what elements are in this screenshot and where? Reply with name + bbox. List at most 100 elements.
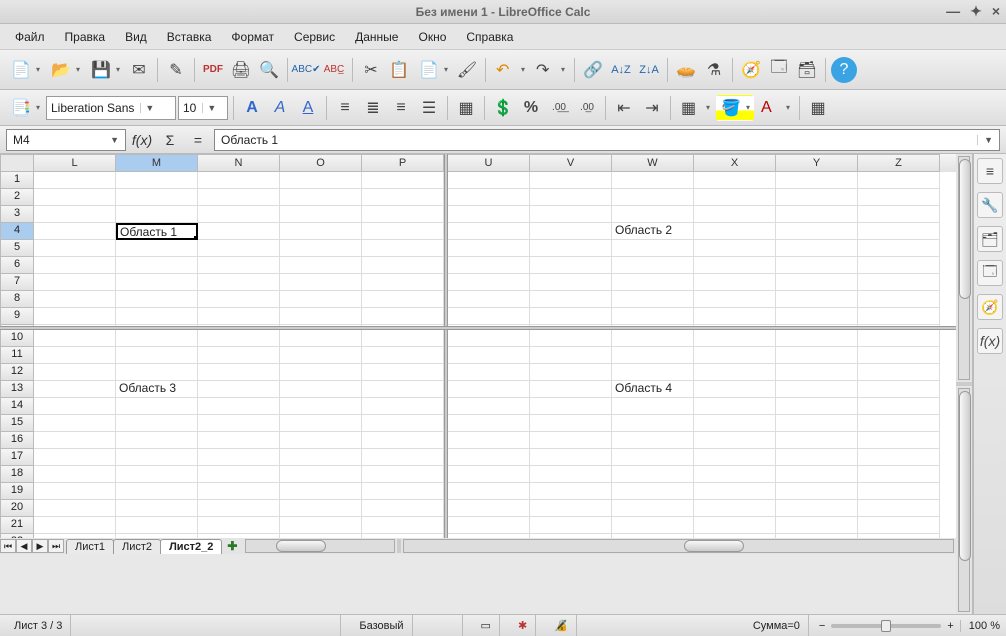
row-header[interactable]: 20 xyxy=(0,500,34,517)
menu-window[interactable]: Окно xyxy=(409,27,455,47)
save-button[interactable]: 💾 xyxy=(86,57,124,83)
cell[interactable] xyxy=(448,223,530,240)
cell[interactable] xyxy=(530,483,612,500)
cell[interactable] xyxy=(34,483,116,500)
cell[interactable] xyxy=(530,274,612,291)
cell[interactable] xyxy=(280,308,362,325)
cell[interactable] xyxy=(612,257,694,274)
cell[interactable] xyxy=(116,274,198,291)
row-header[interactable]: 11 xyxy=(0,347,34,364)
cell[interactable] xyxy=(612,500,694,517)
remove-decimal-button[interactable]: .0̲0 xyxy=(574,95,600,121)
menu-file[interactable]: Файл xyxy=(6,27,54,47)
pane-bottom-left[interactable]: 10111213141516171819202122Область 3 xyxy=(0,330,444,538)
cell[interactable] xyxy=(34,500,116,517)
col-header[interactable]: W xyxy=(612,154,694,172)
cell[interactable] xyxy=(116,449,198,466)
menu-format[interactable]: Формат xyxy=(222,27,283,47)
sidebar-menu-icon[interactable]: ≡ xyxy=(977,158,1003,184)
cell[interactable] xyxy=(448,330,530,347)
grid-lines-button[interactable]: ▦ xyxy=(805,95,831,121)
cell[interactable] xyxy=(858,347,940,364)
row-header[interactable]: 21 xyxy=(0,517,34,534)
cell[interactable] xyxy=(362,257,444,274)
maximize-icon[interactable]: ✦ xyxy=(970,2,982,20)
tab-nav-first[interactable]: ⏮ xyxy=(0,539,16,553)
gallery-button[interactable]: 🗔 xyxy=(766,57,792,83)
cell[interactable] xyxy=(280,500,362,517)
cell[interactable] xyxy=(280,364,362,381)
row-header[interactable]: 5 xyxy=(0,240,34,257)
cell[interactable] xyxy=(362,483,444,500)
cell[interactable] xyxy=(280,449,362,466)
cell[interactable] xyxy=(198,381,280,398)
cell[interactable] xyxy=(776,364,858,381)
cell[interactable] xyxy=(448,449,530,466)
cell[interactable] xyxy=(530,517,612,534)
cell[interactable] xyxy=(612,291,694,308)
row-header[interactable]: 2 xyxy=(0,189,34,206)
decrease-indent-button[interactable]: ⇤ xyxy=(611,95,637,121)
cell[interactable] xyxy=(198,364,280,381)
cell[interactable] xyxy=(530,466,612,483)
cell[interactable] xyxy=(612,347,694,364)
cell[interactable] xyxy=(858,415,940,432)
zoom-slider[interactable] xyxy=(831,624,941,628)
cell[interactable] xyxy=(198,223,280,240)
fontcolor-button[interactable]: A xyxy=(756,95,794,121)
cell[interactable] xyxy=(858,517,940,534)
menu-edit[interactable]: Правка xyxy=(56,27,115,47)
copy-button[interactable]: 📋 xyxy=(386,57,412,83)
cell[interactable] xyxy=(694,415,776,432)
add-sheet-button[interactable]: ✚ xyxy=(221,539,243,553)
cell[interactable] xyxy=(858,330,940,347)
print-preview-button[interactable]: 🔍 xyxy=(256,57,282,83)
cell[interactable] xyxy=(34,432,116,449)
cell[interactable] xyxy=(280,466,362,483)
cell[interactable] xyxy=(530,240,612,257)
tab-nav-last[interactable]: ⏭ xyxy=(48,539,64,553)
sheet-tab[interactable]: Лист2 xyxy=(113,539,161,554)
cell[interactable] xyxy=(362,347,444,364)
cell[interactable] xyxy=(858,381,940,398)
cell[interactable] xyxy=(776,432,858,449)
cell[interactable] xyxy=(776,449,858,466)
align-justify-button[interactable]: ☰ xyxy=(416,95,442,121)
col-header[interactable]: M xyxy=(116,154,198,172)
hscroll-thumb[interactable] xyxy=(276,540,326,552)
bold-button[interactable]: A xyxy=(239,95,265,121)
pane-bottom-right[interactable]: Область 4 xyxy=(448,330,956,538)
row-header[interactable]: 18 xyxy=(0,466,34,483)
autospell-button[interactable]: ABC̲ xyxy=(321,57,347,83)
cell[interactable] xyxy=(858,325,940,326)
percent-button[interactable]: % xyxy=(518,95,544,121)
borders-button[interactable]: ▦ xyxy=(676,95,714,121)
row-header[interactable]: 14 xyxy=(0,398,34,415)
col-header[interactable]: L xyxy=(34,154,116,172)
cell[interactable] xyxy=(858,189,940,206)
cell[interactable] xyxy=(448,432,530,449)
cell[interactable] xyxy=(776,517,858,534)
cell[interactable] xyxy=(694,534,776,538)
row-header[interactable]: 1 xyxy=(0,172,34,189)
cell[interactable] xyxy=(858,206,940,223)
cell[interactable] xyxy=(280,483,362,500)
cell[interactable] xyxy=(694,189,776,206)
row-header[interactable]: 8 xyxy=(0,291,34,308)
status-sum[interactable]: Сумма=0 xyxy=(745,615,809,636)
cell[interactable] xyxy=(612,398,694,415)
cell[interactable] xyxy=(858,172,940,189)
cell[interactable] xyxy=(530,432,612,449)
print-button[interactable]: 🖨 xyxy=(228,57,254,83)
sheet-tab[interactable]: Лист1 xyxy=(66,539,114,554)
increase-indent-button[interactable]: ⇥ xyxy=(639,95,665,121)
zoom-value[interactable]: 100 % xyxy=(960,620,1000,632)
cell[interactable] xyxy=(280,325,362,326)
cell[interactable] xyxy=(694,381,776,398)
cell[interactable] xyxy=(362,240,444,257)
row-header[interactable]: 16 xyxy=(0,432,34,449)
cell[interactable] xyxy=(362,330,444,347)
cell[interactable] xyxy=(116,517,198,534)
cell[interactable] xyxy=(612,517,694,534)
row-header[interactable]: 10 xyxy=(0,330,34,347)
